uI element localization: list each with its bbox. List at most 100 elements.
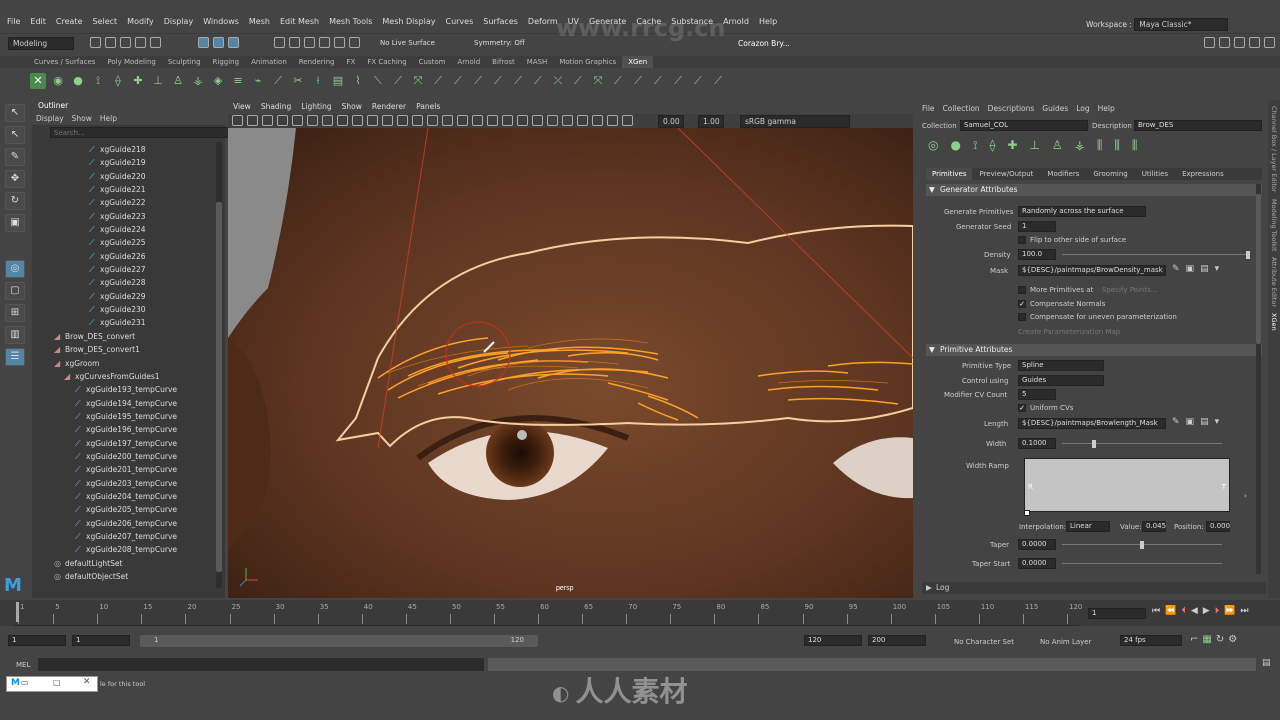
time-slider[interactable]: 1 5 10 15 20 25 30 35 40 45 50 55 60 65 70 75 80 85 90 95 10… [0,600,1280,626]
tab-modifiers[interactable]: Modifiers [1040,168,1086,180]
shelf-tab-custom[interactable]: Custom [413,56,452,68]
interpolation-dropdown[interactable]: Linear [1066,521,1110,532]
outliner-search-input[interactable] [50,127,236,138]
step-back-key-icon[interactable]: ⏪ [1165,606,1176,616]
symmetry-label[interactable]: Symmetry: Off [474,39,525,47]
list-item[interactable]: ⟋ xgGuide196_tempCurve [50,423,224,436]
field-chart-icon[interactable] [352,115,363,126]
density-field[interactable]: 100.0 [1018,249,1056,260]
xgen-menu-guides[interactable]: Guides [1042,104,1068,113]
ambient-occlusion-icon[interactable] [502,115,513,126]
list-item[interactable]: ⟋ xgGuide201_tempCurve [50,463,224,476]
four-view-layout-icon[interactable]: ⊞ [5,304,25,322]
safe-title-icon[interactable] [382,115,393,126]
list-item[interactable]: ⟋ xgGuide193_tempCurve [50,383,224,396]
shelf-tab-sculpting[interactable]: Sculpting [162,56,207,68]
close-icon[interactable]: ✕ [83,677,91,687]
resolution-gate-icon[interactable] [322,115,333,126]
save-map-icon[interactable]: ▣ [1186,417,1195,427]
shelf-tab-arnold[interactable]: Arnold [452,56,487,68]
list-item[interactable]: ⟋ xgGuide195_tempCurve [50,410,224,423]
tab-primitives[interactable]: Primitives [926,168,973,180]
guide-bend-icon[interactable]: ⌁ [250,73,266,89]
anim-prefs-icon[interactable]: ▦ [1202,634,1211,645]
uniform-cvs-checkbox[interactable]: ✓ [1018,404,1026,412]
live-surface-label[interactable]: No Live Surface [380,39,435,47]
snap-view-icon[interactable] [319,37,330,48]
film-gate-icon[interactable] [307,115,318,126]
create-param-map-button[interactable]: Create Parameterization Map [1018,328,1120,336]
viewport-panel[interactable]: View Shading Lighting Show Renderer Panels 0.… [228,100,913,598]
guide-import-icon[interactable]: ⤧ [590,73,606,89]
guide-density-icon[interactable]: ⟋ [690,73,706,89]
toggle-attribute-editor-icon[interactable] [1219,37,1230,48]
side-tab-modeling-toolkit[interactable]: Modeling Toolkit [1270,199,1278,251]
add-guide-icon[interactable]: ⟟ [90,73,106,89]
shelf-tab-curves-surfaces[interactable]: Curves / Surfaces [28,56,101,68]
guide-flip-icon[interactable]: ⚶ [190,73,206,89]
vp-menu-lighting[interactable]: Lighting [296,100,336,114]
safe-action-icon[interactable] [367,115,378,126]
rotate-tool-icon[interactable]: ↻ [5,192,25,210]
select-component-icon[interactable] [228,37,239,48]
menu-mesh[interactable]: Mesh [244,14,275,30]
outliner-scrollbar[interactable] [216,142,222,588]
xgen-append-icon[interactable]: ✚ [1007,138,1017,152]
side-tab-attribute-editor[interactable]: Attribute Editor [1270,257,1278,307]
ramp-value-field[interactable]: 0.045 [1142,521,1166,532]
xgen-menu-descriptions[interactable]: Descriptions [988,104,1035,113]
menu-select[interactable]: Select [87,14,122,30]
guide-append-icon[interactable]: ✚ [130,73,146,89]
list-item[interactable]: ⟋ xgGuide231 [50,316,224,329]
menu-display[interactable]: Display [159,14,199,30]
list-item[interactable]: ⟋ xgGuide230 [50,303,224,316]
guide-rebuild-icon[interactable]: ▤ [330,73,346,89]
anim-layer-dropdown[interactable]: No Anim Layer [1040,638,1091,646]
shelf-tab-motion-graphics[interactable]: Motion Graphics [553,56,622,68]
compensate-uneven-checkbox[interactable] [1018,313,1026,321]
viewport-scene[interactable]: persp [228,128,913,598]
menu-edit[interactable]: Edit [25,14,51,30]
menu-arnold[interactable]: Arnold [718,14,754,30]
image-plane-icon[interactable] [277,115,288,126]
toggle-tool-settings-icon[interactable] [1234,37,1245,48]
go-to-end-icon[interactable]: ⏭ [1240,606,1248,616]
flip-side-checkbox[interactable] [1018,236,1026,244]
width-slider-thumb[interactable] [1092,440,1096,448]
width-slider[interactable] [1062,440,1222,448]
list-item[interactable]: ⟋ xgGuide224 [50,223,224,236]
menu-windows[interactable]: Windows [198,14,244,30]
guide-orient-icon[interactable]: ⟋ [530,73,546,89]
ramp-position-field[interactable]: 0.000 [1206,521,1230,532]
list-item[interactable]: ⟋ xgGuide228 [50,276,224,289]
two-view-layout-icon[interactable]: ▥ [5,326,25,344]
list-item[interactable]: ⟋ xgGuide207_tempCurve [50,530,224,543]
list-item[interactable]: ⟋ xgGuide204_tempCurve [50,490,224,503]
guide-export-icon[interactable]: ⟋ [570,73,586,89]
outliner-menu-display[interactable]: Display [36,114,64,123]
guide-delete-icon[interactable]: ⟋ [610,73,626,89]
script-editor-icon[interactable]: ▤ [1262,658,1271,668]
select-tool-icon[interactable]: ↖ [5,104,25,122]
shelf-tab-bifrost[interactable]: Bifrost [486,56,521,68]
xgen-menu-file[interactable]: File [922,104,935,113]
list-item[interactable]: ⟋ xgGuide218 [50,143,224,156]
vp-menu-show[interactable]: Show [337,100,367,114]
xgen-menu-help[interactable]: Help [1098,104,1115,113]
xgen-preview-icon[interactable]: ⫼ [1097,138,1103,152]
use-lights-icon[interactable] [472,115,483,126]
vp-menu-shading[interactable]: Shading [256,100,296,114]
length-field[interactable]: ${DESC}/paintmaps/Browlength_Mask [1018,418,1166,429]
collection-dropdown[interactable]: Samuel_COL [960,120,1088,131]
list-item[interactable]: ⟋ xgGuide222 [50,196,224,209]
mask-field[interactable]: ${DESC}/paintmaps/BrowDensity_mask [1018,265,1166,276]
snap-point-icon[interactable] [304,37,315,48]
menu-surfaces[interactable]: Surfaces [478,14,523,30]
mode-dropdown[interactable]: Modeling [8,37,74,50]
menu-mesh-display[interactable]: Mesh Display [377,14,440,30]
primitive-attributes-header[interactable]: ▼ Primitive Attributes [926,344,1262,356]
color-space-dropdown[interactable]: sRGB gamma [740,115,850,128]
folder-icon[interactable]: ▤ [1200,417,1209,427]
list-item[interactable]: ⟋ xgGuide194_tempCurve [50,397,224,410]
save-scene-icon[interactable] [120,37,131,48]
